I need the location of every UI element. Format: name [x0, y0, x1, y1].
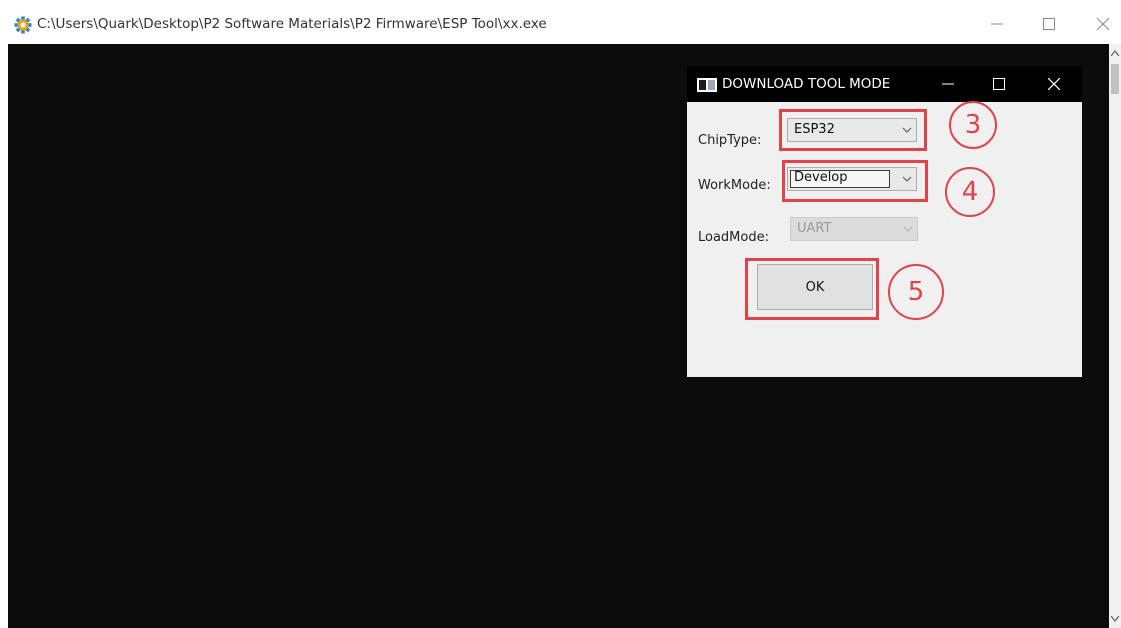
step-4-number: 4	[961, 177, 979, 207]
dialog-titlebar: DOWNLOAD TOOL MODE	[687, 66, 1082, 102]
work-mode-label: WorkMode:	[698, 178, 771, 193]
dialog-close-button[interactable]	[1040, 72, 1068, 96]
scroll-down-button[interactable]	[1109, 612, 1121, 626]
scrollbar-thumb[interactable]	[1111, 64, 1119, 94]
minimize-button[interactable]	[982, 12, 1012, 36]
step-5-marker: 5	[888, 264, 944, 320]
minimize-icon	[942, 83, 954, 85]
work-mode-highlight	[782, 160, 928, 202]
maximize-button[interactable]	[1034, 12, 1064, 36]
close-icon	[1097, 18, 1109, 30]
chip-type-label: ChipType:	[698, 133, 762, 148]
vertical-scrollbar[interactable]	[1109, 44, 1121, 628]
chevron-down-icon	[903, 226, 913, 232]
load-mode-select: UART	[790, 217, 918, 241]
dialog-minimize-button[interactable]	[934, 72, 962, 96]
dialog-title: DOWNLOAD TOOL MODE	[722, 76, 891, 92]
step-4-marker: 4	[945, 167, 995, 217]
step-5-number: 5	[907, 277, 925, 307]
maximize-icon	[993, 78, 1005, 90]
dialog-maximize-button[interactable]	[985, 72, 1013, 96]
maximize-icon	[1043, 18, 1055, 30]
step-3-marker: 3	[949, 101, 997, 149]
close-button[interactable]	[1088, 12, 1118, 36]
load-mode-label: LoadMode:	[698, 230, 769, 245]
ok-button-highlight	[745, 258, 879, 320]
chevron-up-icon	[1111, 50, 1119, 56]
chevron-down-icon	[1111, 616, 1119, 622]
app-window-icon	[697, 77, 717, 92]
gear-icon	[14, 16, 32, 34]
minimize-icon	[991, 23, 1003, 25]
step-3-number: 3	[964, 110, 982, 140]
chip-type-highlight	[779, 109, 927, 151]
close-icon	[1048, 78, 1060, 90]
scroll-up-button[interactable]	[1109, 46, 1121, 60]
console-titlebar: C:\Users\Quark\Desktop\P2 Software Mater…	[0, 0, 1121, 44]
window-title: C:\Users\Quark\Desktop\P2 Software Mater…	[37, 16, 547, 32]
load-mode-value: UART	[797, 221, 832, 236]
